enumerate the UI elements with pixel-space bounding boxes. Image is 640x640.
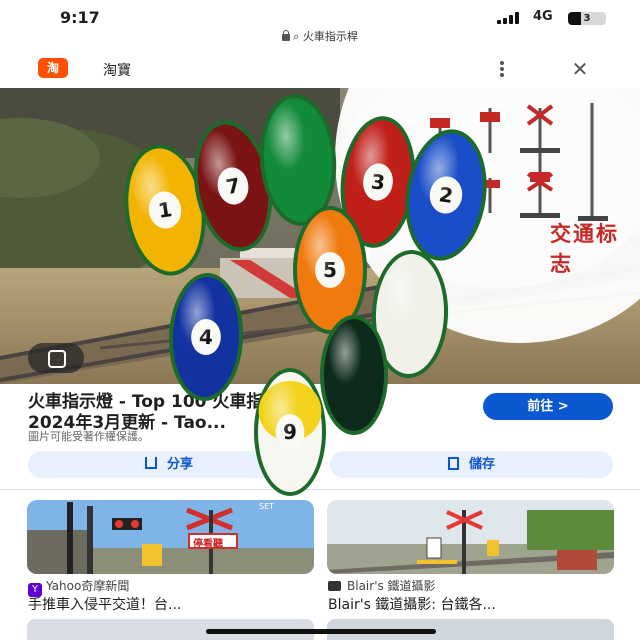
network-type: 4G bbox=[533, 9, 553, 24]
related-image-2[interactable] bbox=[327, 500, 614, 574]
signal-icon bbox=[497, 12, 525, 24]
search-icon: ⌕ bbox=[293, 30, 300, 43]
result-title-line1: 火車指示燈 - Top 100 火車指示燈 - bbox=[28, 392, 311, 412]
camera-icon bbox=[328, 581, 341, 591]
clock: 9:17 bbox=[60, 8, 100, 27]
save-button[interactable]: 儲存 bbox=[330, 451, 613, 478]
home-indicator bbox=[206, 629, 436, 634]
related-title-1[interactable]: 手推車入侵平交道！台... bbox=[28, 594, 318, 614]
sign-text: 停看聽 bbox=[193, 539, 223, 550]
copyright-note: 圖片可能受著作權保護。 bbox=[28, 430, 149, 443]
sign-caption: 交通标志 bbox=[550, 222, 619, 276]
related-title-2[interactable]: Blair's 鐵道攝影: 台鐵各... bbox=[328, 594, 618, 614]
news-watermark: SET bbox=[259, 502, 275, 511]
share-icon bbox=[144, 457, 157, 469]
related-image-1[interactable]: 停看聽 SET bbox=[27, 500, 314, 574]
taobao-logo: 淘 bbox=[38, 58, 68, 78]
url-bar[interactable]: ⌕ 火車指示桿 bbox=[0, 28, 640, 48]
more-options-icon[interactable] bbox=[496, 59, 508, 79]
battery-level: 3 bbox=[583, 13, 591, 24]
result-source-header: 淘 淘寶 bbox=[0, 50, 640, 88]
divider bbox=[0, 489, 640, 490]
close-icon[interactable]: ✕ bbox=[568, 59, 592, 79]
share-label: 分享 bbox=[166, 457, 193, 472]
source-name[interactable]: 淘寶 bbox=[103, 60, 131, 80]
related-source-2: Blair's 鐵道攝影 bbox=[328, 577, 436, 594]
battery-icon: 3 bbox=[568, 12, 606, 25]
hero-image[interactable]: 交通标志 bbox=[0, 88, 640, 384]
bookmark-icon bbox=[447, 457, 459, 470]
google-lens-button[interactable] bbox=[28, 343, 84, 373]
url-text: 火車指示桿 bbox=[302, 30, 358, 43]
visit-button[interactable]: 前往 > bbox=[483, 393, 613, 420]
lock-icon bbox=[282, 30, 291, 41]
share-button[interactable]: 分享 bbox=[28, 451, 310, 478]
save-label: 儲存 bbox=[468, 457, 495, 472]
